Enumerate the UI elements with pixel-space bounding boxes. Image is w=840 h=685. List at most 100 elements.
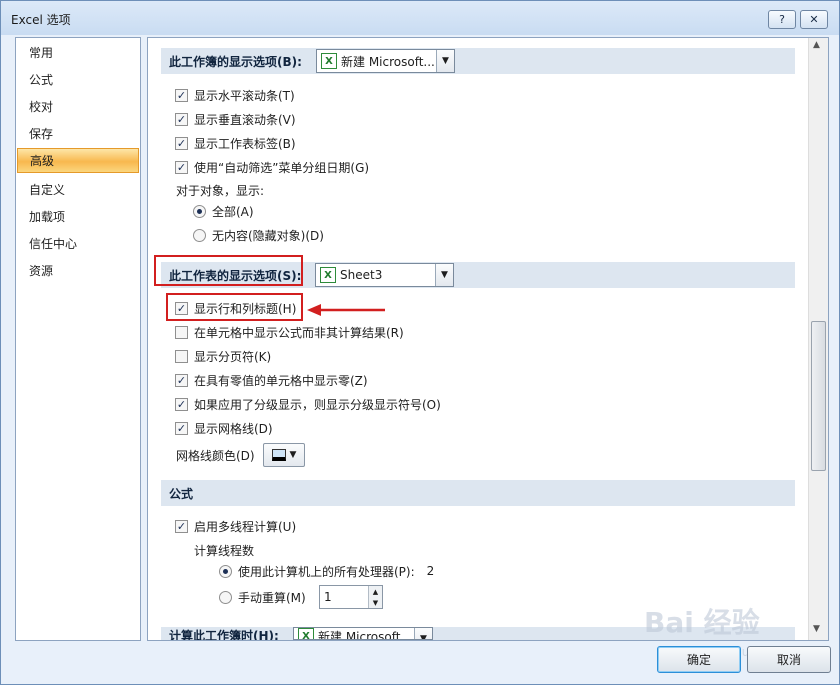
option-show-formulas[interactable]: 在单元格中显示公式而非其计算结果(R): [175, 323, 404, 341]
radio-button[interactable]: [219, 564, 232, 578]
cancel-button[interactable]: 取消: [747, 646, 831, 673]
title-bar: Excel 选项 ? ✕: [1, 1, 839, 35]
option-label: 显示水平滚动条(T): [194, 88, 295, 103]
sidebar-item-proofing[interactable]: 校对: [17, 94, 139, 119]
stepper-down-icon[interactable]: ▼: [369, 597, 382, 608]
help-button[interactable]: ?: [768, 10, 796, 29]
threads-label: 计算线程数: [194, 544, 255, 558]
sidebar-item-label: 信任中心: [29, 237, 78, 251]
section-title: 此工作簿的显示选项(B):: [169, 54, 302, 69]
chevron-down-icon: ▼: [289, 450, 297, 460]
option-label: 使用“自动筛选”菜单分组日期(G): [194, 160, 370, 175]
help-icon: ?: [779, 13, 785, 26]
objects-label: 对于对象，显示:: [176, 184, 265, 198]
radio-selected-dot: [223, 568, 228, 574]
sidebar-item-formulas[interactable]: 公式: [17, 67, 139, 92]
stepper-up-icon[interactable]: ▲: [369, 586, 382, 597]
sidebar-item-addins[interactable]: 加载项: [17, 204, 139, 229]
ok-button[interactable]: 确定: [657, 646, 741, 673]
close-icon: ✕: [809, 13, 819, 26]
checkbox[interactable]: ✓: [175, 519, 188, 533]
gridline-color-label: 网格线颜色(D): [176, 449, 255, 463]
paint-bucket-icon: [271, 449, 286, 461]
sidebar-item-label: 资源: [29, 264, 54, 278]
sidebar-item-trust-center[interactable]: 信任中心: [17, 231, 139, 256]
checkbox[interactable]: [175, 325, 188, 339]
radio-label: 无内容(隐藏对象)(D): [212, 228, 324, 243]
option-label: 显示网格线(D): [194, 421, 273, 436]
option-label: 启用多线程计算(U): [194, 519, 297, 534]
stepper-arrows[interactable]: ▲ ▼: [368, 586, 382, 608]
radio-selected-dot: [197, 208, 202, 214]
radio-button[interactable]: [193, 228, 206, 242]
sidebar-item-label: 高级: [30, 154, 55, 168]
option-label: 显示垂直滚动条(V): [194, 112, 296, 127]
window-title: Excel 选项: [11, 13, 71, 27]
option-gridlines[interactable]: ✓ 显示网格线(D): [175, 419, 273, 437]
chevron-down-icon: ▼: [435, 264, 453, 286]
excel-icon: X: [321, 53, 337, 69]
checkbox[interactable]: ✓: [175, 397, 188, 411]
checkbox[interactable]: ✓: [175, 112, 188, 126]
option-page-breaks[interactable]: 显示分页符(K): [175, 347, 271, 365]
option-group-dates[interactable]: ✓ 使用“自动筛选”菜单分组日期(G): [175, 158, 369, 176]
radio-objects-all[interactable]: 全部(A): [193, 202, 254, 220]
option-label: 显示分页符(K): [194, 349, 272, 364]
scroll-up-icon[interactable]: ▲: [813, 40, 820, 50]
sidebar-item-label: 保存: [29, 127, 54, 141]
option-outline-symbols[interactable]: ✓ 如果应用了分级显示，则显示分级显示符号(O): [175, 395, 441, 413]
checkbox[interactable]: ✓: [175, 373, 188, 387]
option-show-zeros[interactable]: ✓ 在具有零值的单元格中显示零(Z): [175, 371, 368, 389]
sheet-select-value: Sheet3: [340, 268, 383, 282]
radio-manual-threads[interactable]: 手动重算(M): [219, 588, 306, 606]
calc-workbook-select[interactable]: X 新建 Microsoft... ▼: [293, 627, 433, 640]
sidebar-item-label: 校对: [29, 100, 54, 114]
sidebar-item-resources[interactable]: 资源: [17, 258, 139, 283]
checkbox[interactable]: ✓: [175, 421, 188, 435]
sidebar-item-label: 常用: [29, 46, 54, 60]
option-sheet-tabs[interactable]: ✓ 显示工作表标签(B): [175, 134, 296, 152]
formulas-section-header: 公式: [161, 480, 795, 506]
checkbox[interactable]: ✓: [175, 160, 188, 174]
category-sidebar: 常用 公式 校对 保存 高级 自定义 加载项 信任中心 资源: [15, 37, 141, 641]
checkbox[interactable]: ✓: [175, 136, 188, 150]
section-title: 计算此工作簿时(H):: [169, 629, 279, 640]
chevron-down-icon: ▼: [414, 628, 432, 639]
scroll-down-icon[interactable]: ▼: [813, 624, 820, 634]
option-vertical-scrollbar[interactable]: ✓ 显示垂直滚动条(V): [175, 110, 296, 128]
radio-all-processors[interactable]: 使用此计算机上的所有处理器(P): 2: [219, 562, 434, 580]
option-label: 如果应用了分级显示，则显示分级显示符号(O): [194, 397, 441, 412]
checkbox[interactable]: [175, 349, 188, 363]
workbook-select-value: 新建 Microsoft...: [341, 54, 435, 69]
radio-button[interactable]: [219, 590, 232, 604]
red-arrow-icon: [307, 304, 385, 316]
sidebar-item-label: 自定义: [29, 183, 66, 197]
sidebar-item-advanced[interactable]: 高级: [17, 148, 139, 173]
radio-objects-none[interactable]: 无内容(隐藏对象)(D): [193, 226, 324, 244]
option-label: 显示工作表标签(B): [194, 136, 296, 151]
workbook-select[interactable]: X 新建 Microsoft... ▼: [316, 49, 455, 73]
option-label: 在单元格中显示公式而非其计算结果(R): [194, 325, 404, 340]
options-scrollbar[interactable]: ▲ ▼: [808, 38, 828, 640]
gridline-color-button[interactable]: ▼: [263, 443, 305, 467]
thread-count-stepper[interactable]: 1 ▲ ▼: [319, 585, 383, 609]
thread-count-value: 1: [324, 590, 332, 604]
sheet-select[interactable]: X Sheet3 ▼: [315, 263, 454, 287]
option-multithread[interactable]: ✓ 启用多线程计算(U): [175, 517, 296, 535]
radio-label: 手动重算(M): [238, 590, 306, 605]
option-label: 在具有零值的单元格中显示零(Z): [194, 373, 368, 388]
sidebar-item-customize[interactable]: 自定义: [17, 177, 139, 202]
highlight-box-option: [166, 293, 303, 321]
radio-button[interactable]: [193, 204, 206, 218]
sheet-icon: X: [320, 267, 336, 283]
workbook-display-section-header: 此工作簿的显示选项(B):: [161, 48, 795, 74]
checkbox[interactable]: ✓: [175, 88, 188, 102]
option-horizontal-scrollbar[interactable]: ✓ 显示水平滚动条(T): [175, 86, 295, 104]
chevron-down-icon: ▼: [436, 50, 454, 72]
scrollbar-thumb[interactable]: [811, 321, 826, 471]
sidebar-item-save[interactable]: 保存: [17, 121, 139, 146]
radio-label: 使用此计算机上的所有处理器(P):: [238, 564, 415, 579]
excel-options-dialog: Excel 选项 ? ✕ 常用 公式 校对 保存 高级 自定义 加载项 信任中心…: [0, 0, 840, 685]
sidebar-item-popular[interactable]: 常用: [17, 40, 139, 65]
close-button[interactable]: ✕: [800, 10, 828, 29]
